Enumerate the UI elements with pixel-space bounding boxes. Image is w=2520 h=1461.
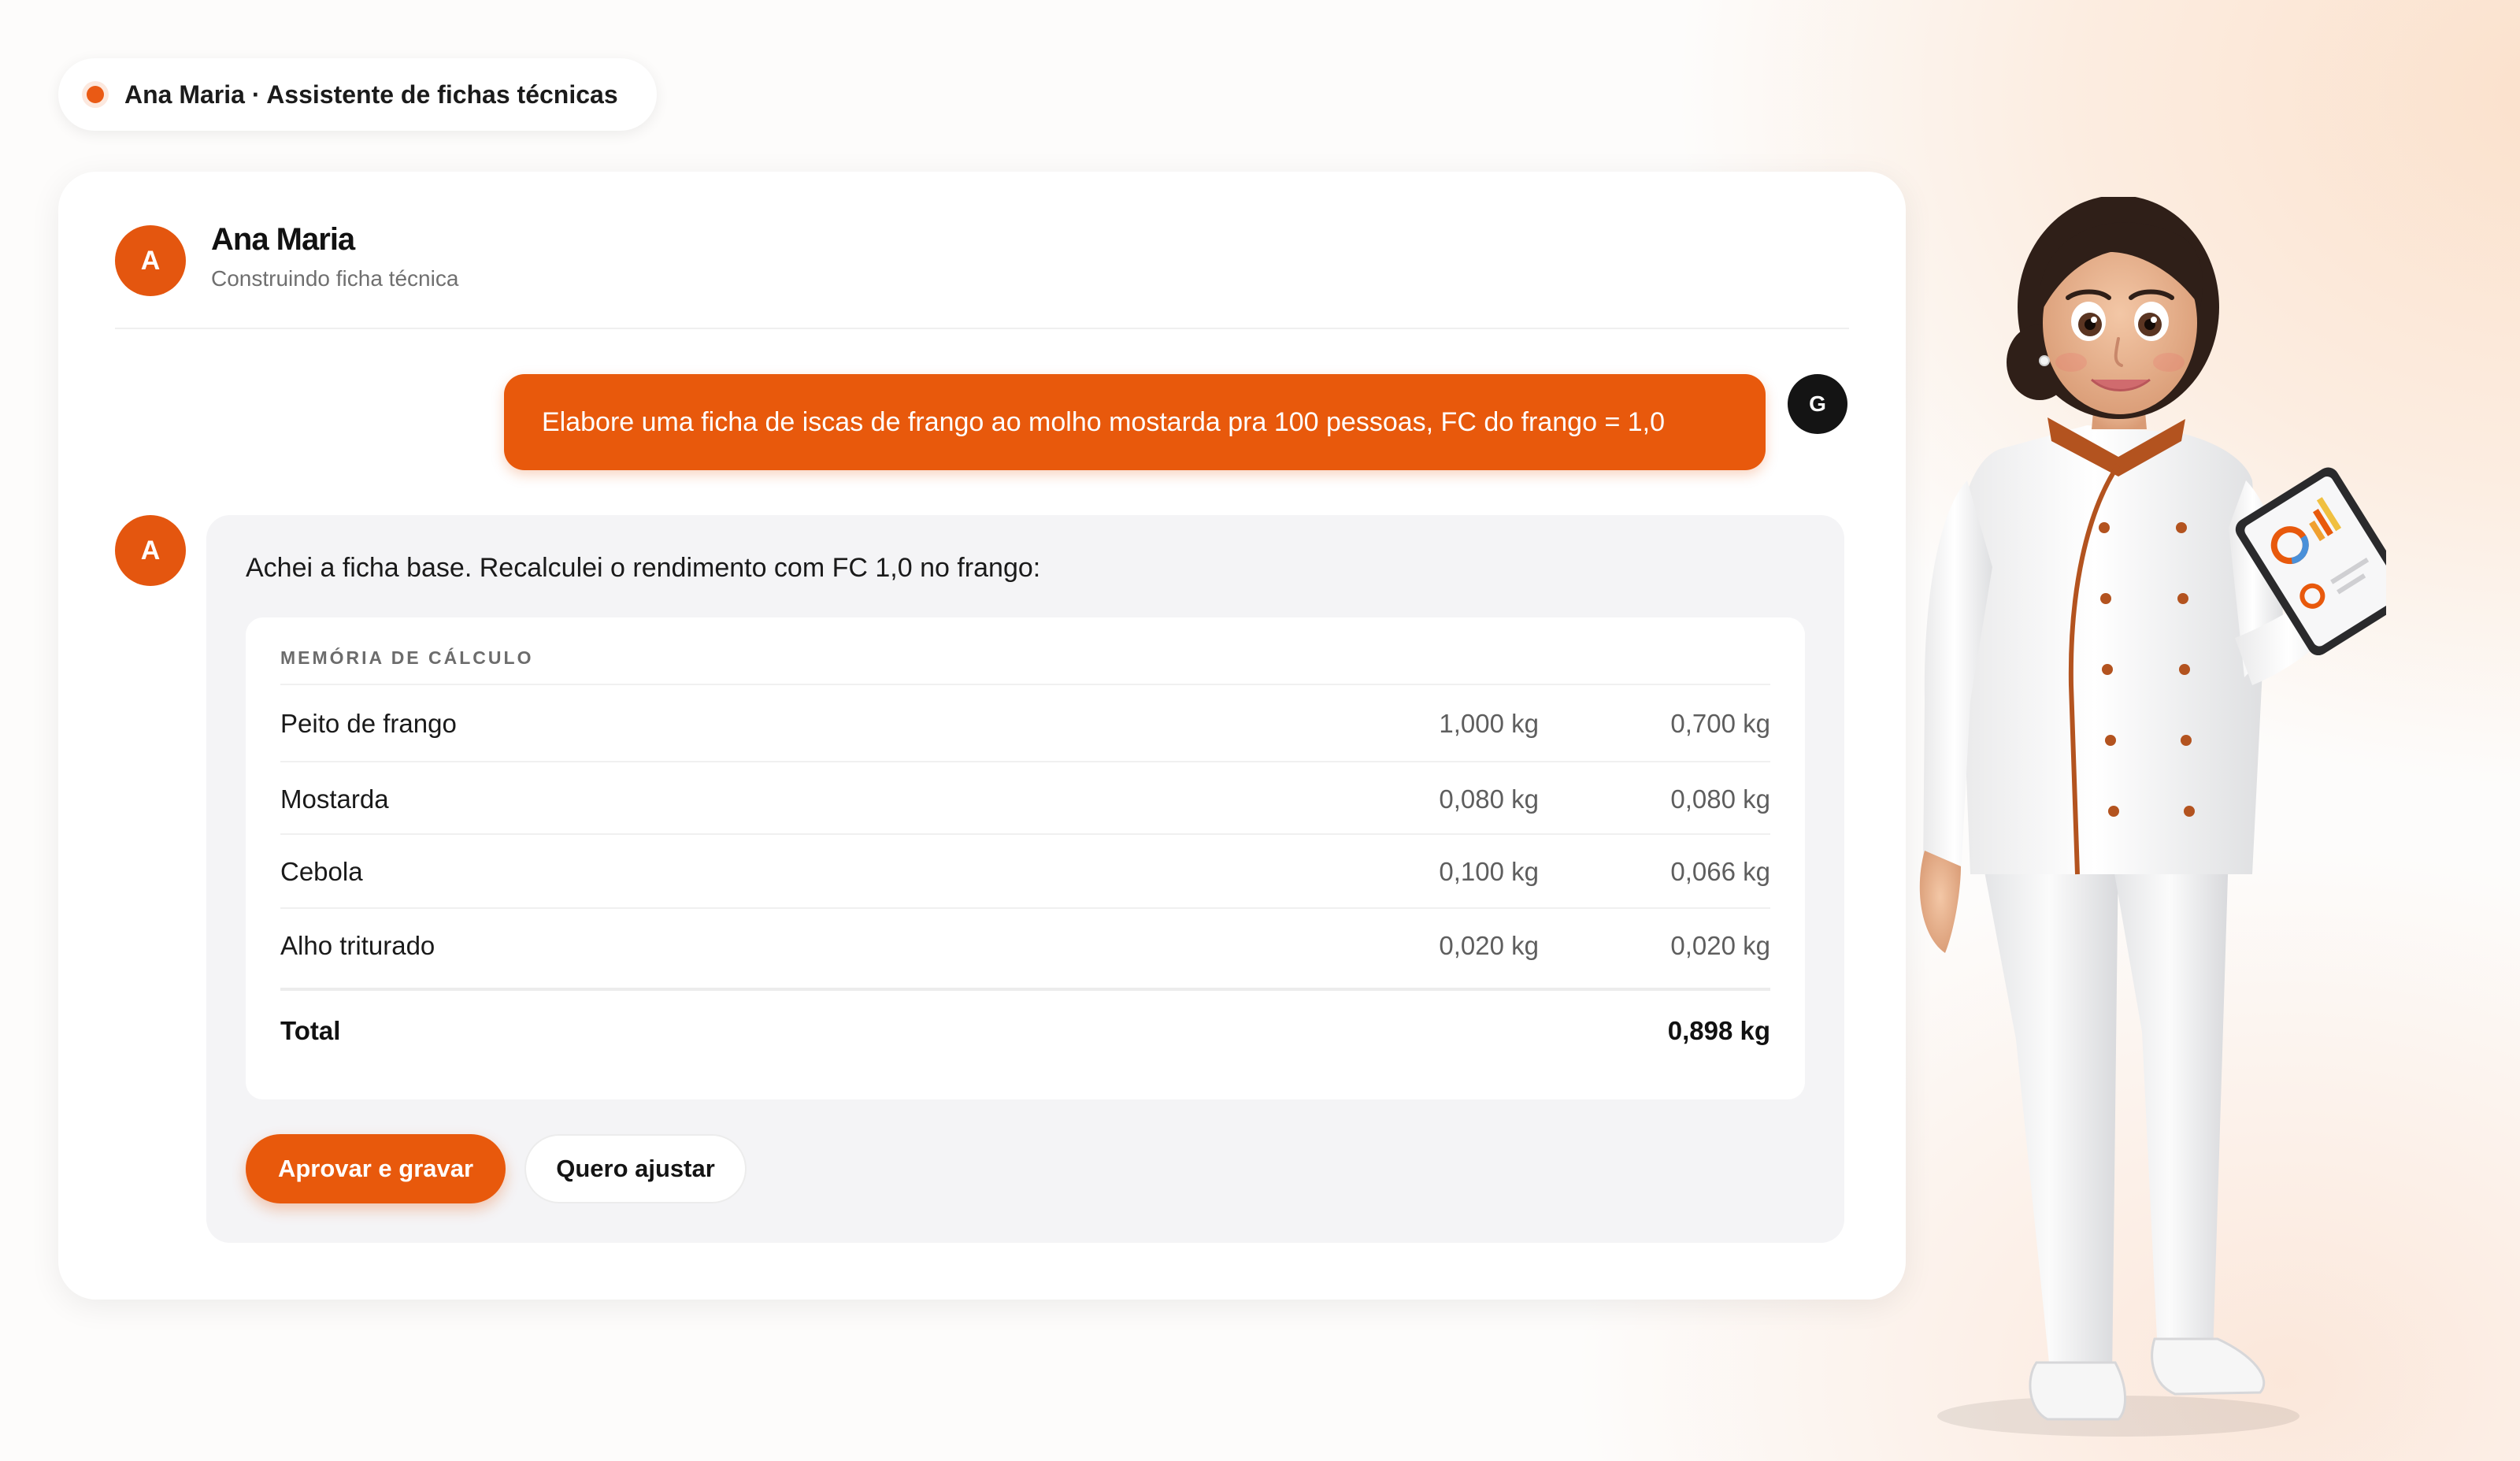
approve-button[interactable]: Aprovar e gravar	[246, 1134, 506, 1203]
table-row: Alho triturado 0,020 kg 0,020 kg	[280, 909, 1770, 983]
assistant-title: Ana Maria · Assistente de fichas técnica…	[124, 80, 618, 109]
gross-weight: 0,020 kg	[1439, 931, 1539, 960]
user-message-bubble: Elabore uma ficha de iscas de frango ao …	[504, 374, 1766, 470]
ingredient-name: Cebola	[280, 857, 363, 886]
net-weight: 0,020 kg	[1670, 931, 1770, 960]
ingredient-name: Peito de frango	[280, 709, 457, 738]
header-divider	[115, 328, 1849, 329]
assistant-status: Construindo ficha técnica	[211, 266, 459, 291]
assistant-name: Ana Maria	[211, 222, 355, 257]
net-weight: 0,700 kg	[1670, 709, 1770, 738]
assistant-avatar: A	[115, 225, 186, 296]
assistant-message-avatar: A	[115, 515, 186, 586]
chef-illustration	[1919, 197, 2386, 1437]
gross-weight: 0,100 kg	[1439, 857, 1539, 886]
assistant-message-bubble: Achei a ficha base. Recalculei o rendime…	[206, 515, 1844, 1243]
assistant-title-pill: Ana Maria · Assistente de fichas técnica…	[58, 58, 657, 131]
ingredient-name: Alho triturado	[280, 931, 435, 960]
user-avatar: G	[1788, 374, 1847, 434]
gross-weight: 0,080 kg	[1439, 784, 1539, 814]
table-row: Cebola 0,100 kg 0,066 kg	[280, 835, 1770, 909]
table-row: Mostarda 0,080 kg 0,080 kg	[280, 762, 1770, 836]
total-divider	[280, 988, 1770, 991]
net-weight: 0,066 kg	[1670, 857, 1770, 886]
total-value: 0,898 kg	[1667, 1016, 1770, 1045]
table-row-total: Total 0,898 kg	[280, 994, 1770, 1068]
assistant-message-text: Achei a ficha base. Recalculei o rendime…	[246, 553, 1041, 583]
table-row: Peito de frango 1,000 kg 0,700 kg	[280, 687, 1770, 761]
net-weight: 0,080 kg	[1670, 784, 1770, 814]
chat-card: A Ana Maria Construindo ficha técnica El…	[58, 172, 1906, 1300]
user-message-text: Elabore uma ficha de iscas de frango ao …	[542, 406, 1666, 437]
total-label: Total	[280, 1016, 341, 1045]
adjust-button[interactable]: Quero ajustar	[524, 1134, 747, 1203]
calculation-table: MEMÓRIA DE CÁLCULO Peito de frango 1,000…	[246, 617, 1805, 1099]
divider	[280, 684, 1770, 685]
gross-weight: 1,000 kg	[1439, 709, 1539, 738]
calculation-title: MEMÓRIA DE CÁLCULO	[280, 647, 534, 668]
status-dot-icon	[87, 86, 104, 103]
ingredient-name: Mostarda	[280, 784, 389, 814]
